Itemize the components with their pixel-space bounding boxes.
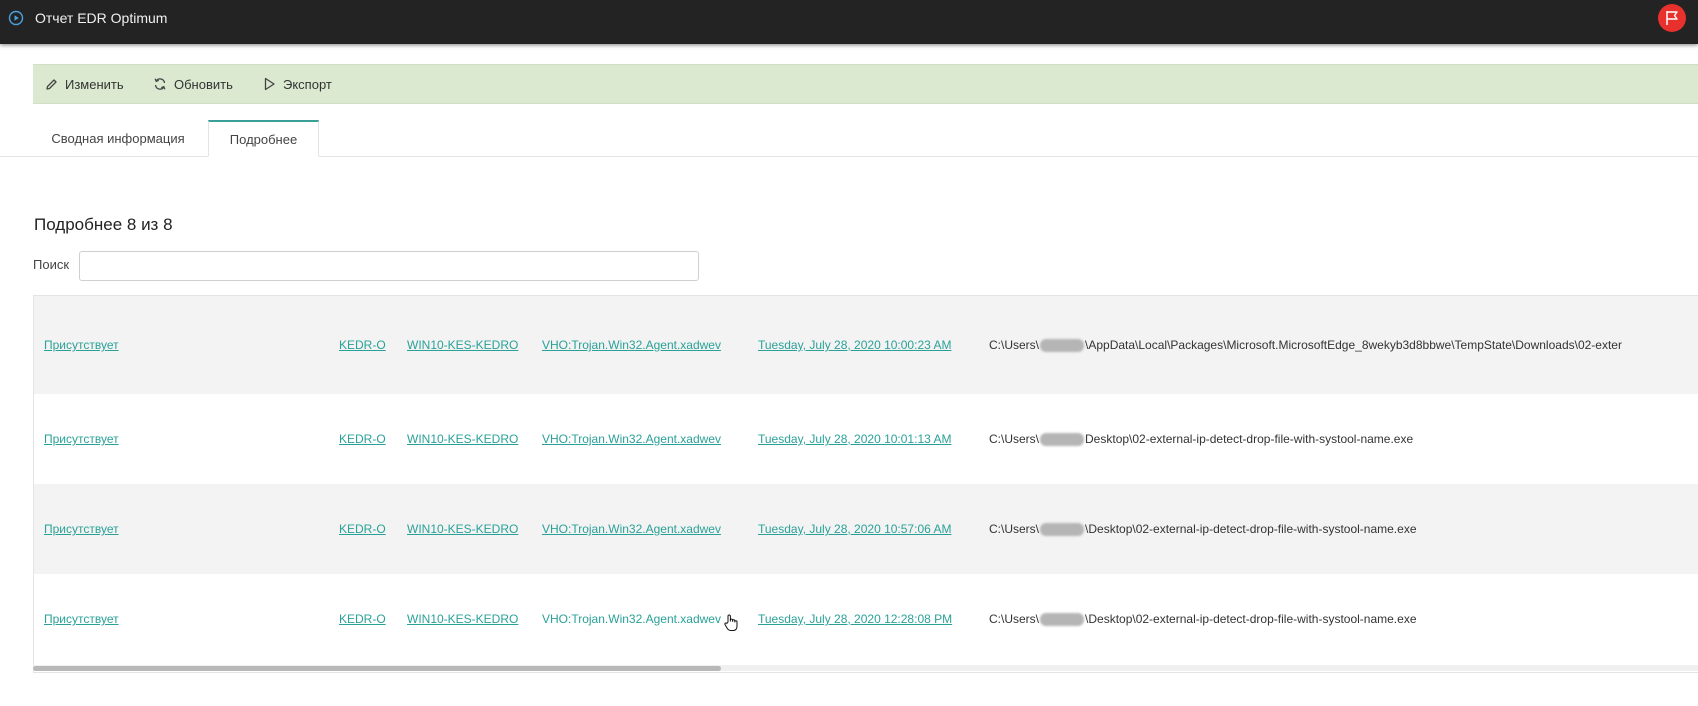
tab-details-label: Подробнее <box>229 131 298 147</box>
search-label: Поиск <box>33 257 70 272</box>
path-prefix: C:\Users\ <box>989 522 1040 536</box>
host-link[interactable]: WIN10-KES-KEDRO <box>407 522 518 536</box>
redacted-username <box>1040 522 1085 536</box>
product-link[interactable]: KEDR-O <box>339 338 386 352</box>
detection-link[interactable]: VHO:Trojan.Win32.Agent.xadwev <box>542 612 721 626</box>
redacted-username <box>1040 338 1085 352</box>
host-link[interactable]: WIN10-KES-KEDRO <box>407 338 518 352</box>
redacted-username <box>1040 432 1085 446</box>
host-link[interactable]: WIN10-KES-KEDRO <box>407 612 518 626</box>
file-path: C:\Users\ \Desktop\02-external-ip-detect-… <box>989 574 1417 664</box>
details-table: Присутствует KEDR-O WIN10-KES-KEDRO VHO:… <box>33 295 1698 673</box>
flag-button[interactable] <box>1658 4 1686 32</box>
product-link[interactable]: KEDR-O <box>339 612 386 626</box>
product-link[interactable]: KEDR-O <box>339 432 386 446</box>
scrollbar-thumb[interactable] <box>33 666 721 671</box>
status-link[interactable]: Присутствует <box>44 432 119 446</box>
refresh-label: Обновить <box>174 76 233 92</box>
path-prefix: C:\Users\ <box>989 338 1040 352</box>
search-input[interactable] <box>79 251 699 281</box>
redacted-username <box>1040 612 1085 626</box>
edit-button[interactable]: Изменить <box>45 65 124 103</box>
tab-summary-label: Сводная информация <box>51 130 185 146</box>
pencil-icon <box>46 78 57 90</box>
table-row: Присутствует KEDR-O WIN10-KES-KEDRO VHO:… <box>34 296 1698 394</box>
tab-summary[interactable]: Сводная информация <box>33 120 203 156</box>
table-row: Присутствует KEDR-O WIN10-KES-KEDRO VHO:… <box>34 574 1698 664</box>
refresh-button[interactable]: Обновить <box>153 65 233 103</box>
path-prefix: C:\Users\ <box>989 612 1040 626</box>
toolbar: Изменить Обновить Экспорт <box>33 64 1698 104</box>
tab-details[interactable]: Подробнее <box>208 120 319 157</box>
play-circle-icon <box>8 10 24 26</box>
refresh-icon <box>154 78 166 90</box>
status-link[interactable]: Присутствует <box>44 522 119 536</box>
file-path: C:\Users\ Desktop\02-external-ip-detect-d… <box>989 394 1413 484</box>
window-title: Отчет EDR Optimum <box>35 10 168 26</box>
host-link[interactable]: WIN10-KES-KEDRO <box>407 432 518 446</box>
status-link[interactable]: Присутствует <box>44 612 119 626</box>
status-link[interactable]: Присутствует <box>44 338 119 352</box>
detection-link[interactable]: VHO:Trojan.Win32.Agent.xadwev <box>542 432 721 446</box>
time-link[interactable]: Tuesday, July 28, 2020 12:28:08 PM <box>758 612 952 626</box>
horizontal-scrollbar[interactable] <box>33 665 1698 671</box>
export-label: Экспорт <box>283 76 332 92</box>
time-link[interactable]: Tuesday, July 28, 2020 10:00:23 AM <box>758 338 951 352</box>
table-row: Присутствует KEDR-O WIN10-KES-KEDRO VHO:… <box>34 484 1698 574</box>
edit-label: Изменить <box>65 76 124 92</box>
hand-cursor-icon <box>724 614 738 637</box>
path-suffix: \Desktop\02-external-ip-detect-drop-file… <box>1085 612 1417 626</box>
path-prefix: C:\Users\ <box>989 432 1040 446</box>
time-link[interactable]: Tuesday, July 28, 2020 10:57:06 AM <box>758 522 951 536</box>
path-suffix: \AppData\Local\Packages\Microsoft.Micros… <box>1085 338 1622 352</box>
export-button[interactable]: Экспорт <box>263 65 332 103</box>
flag-icon <box>1666 11 1678 25</box>
path-suffix: \Desktop\02-external-ip-detect-drop-file… <box>1085 522 1417 536</box>
file-path: C:\Users\ \Desktop\02-external-ip-detect-… <box>989 484 1417 574</box>
tab-bar: Сводная информация Подробнее <box>0 120 1698 157</box>
time-link[interactable]: Tuesday, July 28, 2020 10:01:13 AM <box>758 432 951 446</box>
detection-link[interactable]: VHO:Trojan.Win32.Agent.xadwev <box>542 338 721 352</box>
play-triangle-icon <box>264 77 275 91</box>
detection-link[interactable]: VHO:Trojan.Win32.Agent.xadwev <box>542 522 721 536</box>
path-suffix: Desktop\02-external-ip-detect-drop-file-… <box>1085 432 1414 446</box>
product-link[interactable]: KEDR-O <box>339 522 386 536</box>
title-bar: Отчет EDR Optimum <box>0 0 1698 44</box>
section-title: Подробнее 8 из 8 <box>34 215 173 234</box>
file-path: C:\Users\ \AppData\Local\Packages\Microso… <box>989 296 1622 394</box>
table-row: Присутствует KEDR-O WIN10-KES-KEDRO VHO:… <box>34 394 1698 484</box>
